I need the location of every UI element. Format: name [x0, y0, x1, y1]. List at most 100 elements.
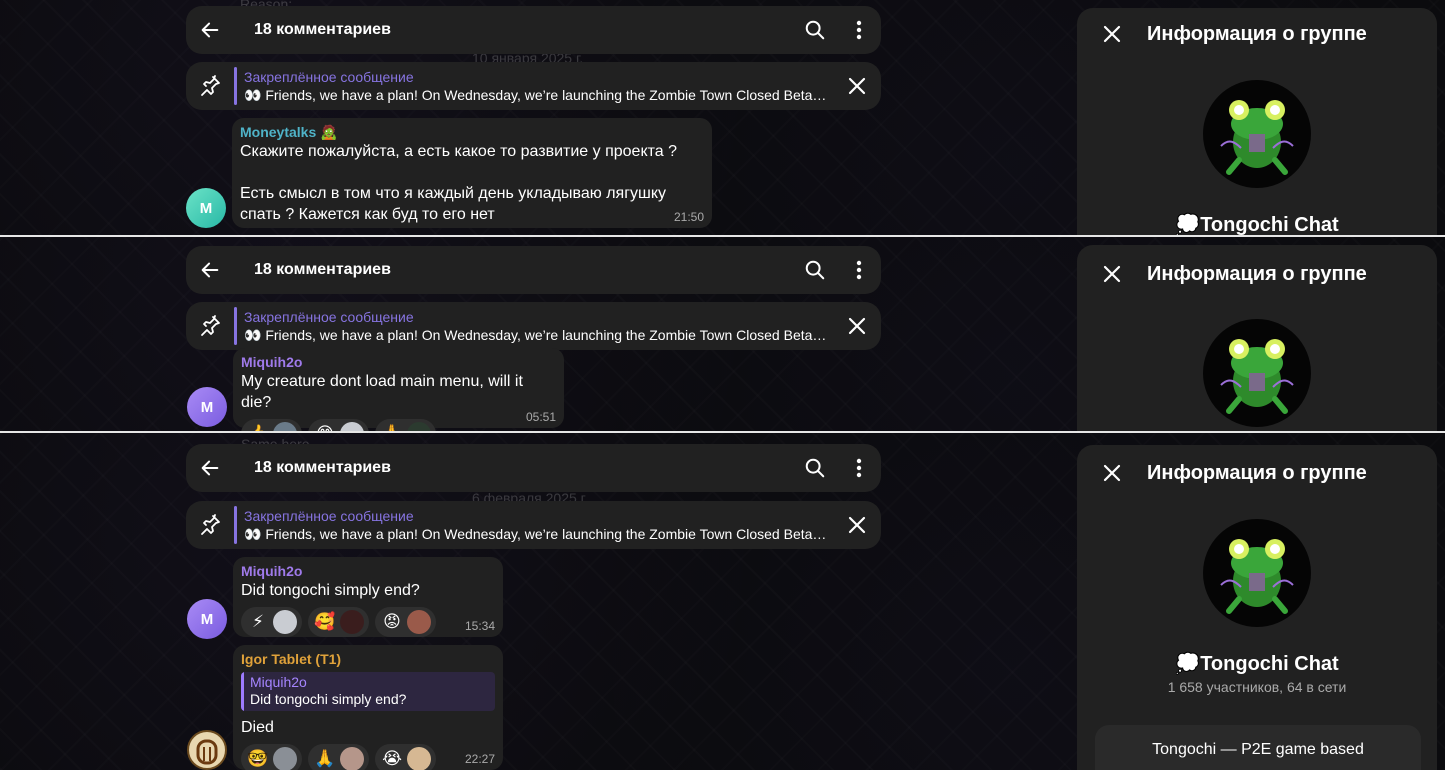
pinned-message-bar[interactable]: Закреплённое сообщение 👀 Friends, we hav…	[186, 501, 881, 549]
reply-quote[interactable]: Miquih2o Did tongochi simply end?	[241, 672, 495, 711]
reaction-chip[interactable]: 😡	[375, 607, 436, 637]
top-bar: 18 комментариев	[186, 6, 881, 54]
frog-logo-icon	[1203, 80, 1311, 188]
avatar-igor[interactable]	[187, 730, 227, 770]
pinned-title: Закреплённое сообщение	[244, 308, 414, 325]
pinned-text-block: Закреплённое сообщение 👀 Friends, we hav…	[244, 69, 833, 104]
message-time: 21:50	[673, 210, 704, 224]
back-button[interactable]	[186, 444, 234, 492]
close-pinned-button[interactable]	[833, 516, 881, 534]
reaction-chip[interactable]: 🙏	[308, 744, 369, 770]
more-vertical-icon	[856, 260, 862, 280]
pin-accent-bar	[234, 307, 237, 345]
pinned-message-bar[interactable]: Закреплённое сообщение 👀 Friends, we hav…	[186, 302, 881, 350]
group-avatar[interactable]	[1203, 319, 1311, 427]
author-name[interactable]: Miquih2o	[241, 353, 556, 371]
reaction-emoji: ⚡	[252, 612, 264, 632]
message-bubble[interactable]: Igor Tablet (T1) Miquih2o Did tongochi s…	[233, 645, 503, 770]
pinned-text-block: Закреплённое сообщение 👀 Friends, we hav…	[244, 309, 833, 344]
reactor-avatar	[273, 747, 297, 770]
close-panel-button[interactable]	[1077, 464, 1147, 482]
strip-3: Same here 6 февраля 2025 г. 18 комментар…	[0, 433, 1445, 770]
close-panel-button[interactable]	[1077, 265, 1147, 283]
back-arrow-icon	[201, 262, 219, 278]
reaction-chip[interactable]: 👍	[241, 419, 302, 431]
frog-logo-icon	[1203, 519, 1311, 627]
group-name: 💭Tongochi Chat	[1175, 653, 1339, 675]
panel-title: Информация о группе	[1147, 461, 1367, 484]
reactor-avatar	[407, 610, 431, 634]
group-info-panel: Информация о группе 💭Tongochi Chat 1 658…	[1077, 445, 1437, 770]
message-text: Скажите пожалуйста, а есть какое то разв…	[240, 143, 678, 223]
reaction-chip[interactable]: 😭	[375, 744, 436, 770]
reaction-emoji: 🙏	[314, 749, 336, 769]
message-text: Died	[241, 719, 274, 736]
group-info-panel: Информация о группе 💭Tongochi Chat	[1077, 8, 1437, 235]
more-vertical-icon	[856, 458, 862, 478]
reaction-chip[interactable]: 😁	[308, 419, 369, 431]
reply-author: Miquih2o	[250, 674, 307, 690]
pinned-preview: 👀 Friends, we have a plan! On Wednesday,…	[244, 86, 829, 103]
search-button[interactable]	[793, 8, 837, 52]
group-avatar[interactable]	[1203, 519, 1311, 627]
group-name: 💭Tongochi Chat	[1175, 214, 1339, 235]
reaction-chip[interactable]: ⚡	[241, 607, 302, 637]
pin-button[interactable]	[186, 513, 234, 537]
close-pinned-button[interactable]	[833, 77, 881, 95]
reaction-emoji: 🙏	[381, 424, 403, 431]
reactions: 🤓 🙏 😭	[241, 744, 495, 770]
group-description: Tongochi — P2E game based	[1095, 725, 1421, 770]
pin-button[interactable]	[186, 314, 234, 338]
pinned-message-bar[interactable]: Закреплённое сообщение 👀 Friends, we hav…	[186, 62, 881, 110]
back-button[interactable]	[186, 6, 234, 54]
reaction-emoji: 😭	[382, 749, 402, 769]
pinned-title: Закреплённое сообщение	[244, 68, 414, 85]
reactor-avatar	[273, 422, 297, 431]
reaction-emoji: 🥰	[314, 612, 336, 632]
author-name[interactable]: Moneytalks 🧟	[240, 123, 704, 141]
back-arrow-icon	[201, 460, 219, 476]
group-avatar[interactable]	[1203, 80, 1311, 188]
author-name[interactable]: Igor Tablet (T1)	[241, 650, 495, 668]
panel-title: Информация о группе	[1147, 262, 1367, 285]
close-panel-button[interactable]	[1077, 25, 1147, 43]
reactor-avatar	[273, 610, 297, 634]
close-icon	[1103, 25, 1121, 43]
comments-title: 18 комментариев	[254, 261, 391, 278]
avatar[interactable]: M	[187, 387, 227, 427]
reactor-avatar	[340, 747, 364, 770]
reactor-avatar	[407, 747, 431, 770]
reaction-chip[interactable]: 🥰	[308, 607, 369, 637]
message-text: My creature dont load main menu, will it…	[241, 373, 528, 411]
avatar[interactable]: M	[187, 599, 227, 639]
message-bubble[interactable]: Miquih2o Did tongochi simply end? ⚡ 🥰 😡 …	[233, 557, 503, 637]
reactor-avatar	[340, 610, 364, 634]
reactor-avatar	[407, 422, 431, 431]
more-vertical-icon	[856, 20, 862, 40]
search-icon	[805, 260, 825, 280]
reaction-chip[interactable]: 🙏	[375, 419, 436, 431]
message-bubble[interactable]: Moneytalks 🧟 Скажите пожалуйста, а есть …	[232, 118, 712, 228]
member-count: 1 658 участников, 64 в сети	[1167, 679, 1347, 695]
search-button[interactable]	[793, 446, 837, 490]
top-bar: 18 комментариев	[186, 246, 881, 294]
more-button[interactable]	[837, 8, 881, 52]
back-button[interactable]	[186, 246, 234, 294]
reactor-avatar	[340, 422, 364, 431]
more-button[interactable]	[837, 446, 881, 490]
group-info-panel: Информация о группе	[1077, 245, 1437, 431]
message-time: 15:34	[464, 619, 495, 633]
strip-1: Reason: 10 января 2025 г. 18 комментарие…	[0, 0, 1445, 235]
message-time: 05:51	[525, 410, 556, 424]
pin-button[interactable]	[186, 74, 234, 98]
reply-body: Miquih2o Did tongochi simply end?	[244, 672, 494, 711]
reactions: ⚡ 🥰 😡	[241, 607, 495, 637]
author-name[interactable]: Miquih2o	[241, 562, 495, 580]
avatar[interactable]: M	[186, 188, 226, 228]
comments-title: 18 комментариев	[254, 21, 391, 38]
search-button[interactable]	[793, 248, 837, 292]
more-button[interactable]	[837, 248, 881, 292]
reaction-chip[interactable]: 🤓	[241, 744, 302, 770]
close-pinned-button[interactable]	[833, 317, 881, 335]
message-bubble[interactable]: Miquih2o My creature dont load main menu…	[233, 348, 564, 431]
